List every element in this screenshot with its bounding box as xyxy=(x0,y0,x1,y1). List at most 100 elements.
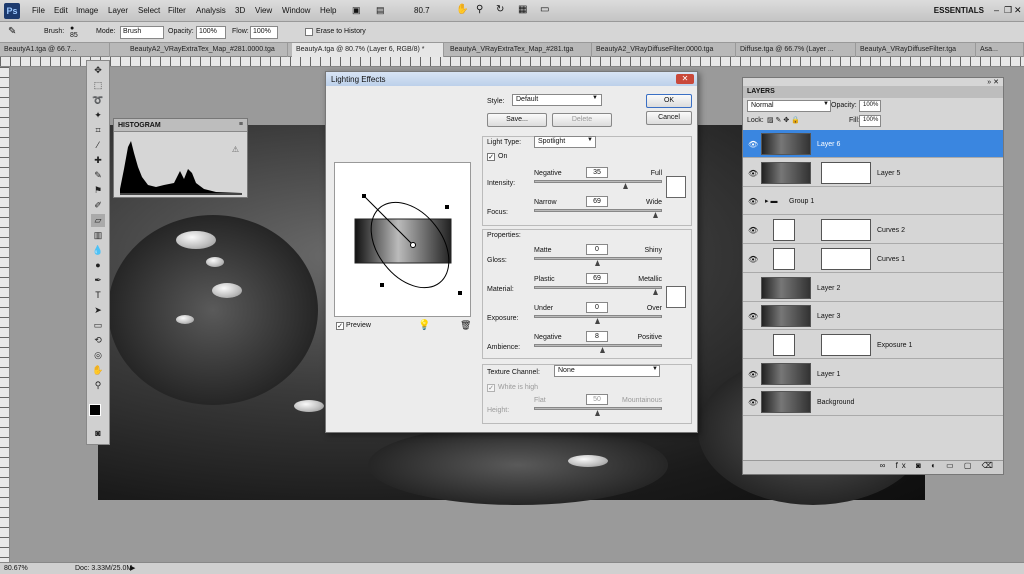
material-value-field[interactable]: 69 xyxy=(586,273,608,284)
layer-mask-thumbnail[interactable] xyxy=(821,247,871,270)
white-is-high-checkbox[interactable]: ✓ xyxy=(487,384,495,392)
layer-row[interactable]: Exposure 1 xyxy=(743,330,1003,359)
menu-layer[interactable]: Layer xyxy=(108,6,128,15)
healing-brush-tool-icon[interactable]: ✚ xyxy=(91,154,105,167)
light-center-handle[interactable] xyxy=(410,242,416,248)
visibility-eye-icon[interactable]: 👁 xyxy=(748,312,758,321)
path-selection-tool-icon[interactable]: ➤ xyxy=(91,304,105,317)
layer-row[interactable]: 👁 Layer 5 xyxy=(743,158,1003,187)
mode-select[interactable]: Brush xyxy=(120,26,164,39)
menu-file[interactable]: File xyxy=(32,6,45,15)
foreground-color-swatch[interactable] xyxy=(89,404,101,416)
opacity-field[interactable]: 100% xyxy=(196,26,226,39)
new-light-icon[interactable]: 💡 xyxy=(418,320,430,331)
menu-view[interactable]: View xyxy=(255,6,272,15)
tab-doc-6[interactable]: Diffuse.tga @ 66.7% (Layer ... xyxy=(736,43,856,57)
texture-channel-select[interactable]: None xyxy=(554,365,660,377)
hand-tool-icon[interactable]: ✋ xyxy=(456,4,468,15)
trash-icon[interactable]: 🗑 xyxy=(460,320,471,331)
tab-doc-7[interactable]: BeautyA_VRayDiffuseFilter.tga xyxy=(856,43,976,57)
focus-value-field[interactable]: 69 xyxy=(586,196,608,207)
layer-row[interactable]: 👁 Background xyxy=(743,388,1003,417)
visibility-eye-icon[interactable]: 👁 xyxy=(748,197,758,206)
minimize-icon[interactable]: – xyxy=(994,5,999,15)
panel-collapse-icon[interactable]: » ✕ xyxy=(987,78,999,86)
hand-tool-icon[interactable]: ✋ xyxy=(91,364,105,377)
intensity-value-field[interactable]: 35 xyxy=(586,167,608,178)
exposure-slider[interactable] xyxy=(534,315,662,318)
zoom-tool-icon[interactable]: ⚲ xyxy=(476,4,483,15)
status-arrow-icon[interactable]: ▶ xyxy=(130,564,135,572)
layer-name[interactable]: Layer 3 xyxy=(817,313,840,320)
layer-mask-thumbnail[interactable] xyxy=(821,219,871,242)
tab-doc-8[interactable]: Asa... xyxy=(976,43,1024,57)
erase-to-history-checkbox[interactable] xyxy=(305,28,313,36)
lock-icons[interactable]: ▨ ✎ ✥ 🔒 xyxy=(767,116,800,124)
layer-thumbnail[interactable] xyxy=(761,276,811,299)
status-zoom[interactable]: 80.67% xyxy=(4,565,28,572)
visibility-eye-icon[interactable]: 👁 xyxy=(748,169,758,178)
handle[interactable] xyxy=(362,194,366,198)
tab-doc-2[interactable]: BeautyA2_VRayExtraTex_Map_#281.0000.tga xyxy=(126,43,288,57)
layer-name[interactable]: Layer 5 xyxy=(877,170,900,177)
intensity-slider[interactable] xyxy=(534,180,662,183)
tab-doc-3[interactable]: BeautyA.tga @ 80.7% (Layer 6, RGB/8) * xyxy=(292,43,444,57)
layer-name[interactable]: Curves 2 xyxy=(877,227,905,234)
dodge-tool-icon[interactable]: ● xyxy=(91,259,105,272)
folder-icon[interactable]: ▸ ▬ xyxy=(765,197,777,205)
visibility-eye-icon[interactable]: 👁 xyxy=(748,370,758,379)
restore-icon[interactable]: ❐ xyxy=(1004,5,1012,16)
lasso-tool-icon[interactable]: ➰ xyxy=(91,94,105,107)
menu-3d[interactable]: 3D xyxy=(235,6,245,15)
layer-name[interactable]: Exposure 1 xyxy=(877,342,912,349)
brush-tool-icon[interactable]: ✎ xyxy=(91,169,105,182)
visibility-eye-icon[interactable]: 👁 xyxy=(748,255,758,264)
arrange-documents-icon[interactable]: ▦ xyxy=(518,4,527,15)
crop-tool-icon[interactable]: ⌗ xyxy=(91,124,105,137)
layer-mask-thumbnail[interactable] xyxy=(821,333,871,356)
tab-doc-4[interactable]: BeautyA_VRayExtraTex_Map_#281.tga xyxy=(446,43,592,57)
3d-rotate-tool-icon[interactable]: ⟲ xyxy=(91,334,105,347)
marquee-tool-icon[interactable]: ⬚ xyxy=(91,79,105,92)
layer-thumbnail[interactable] xyxy=(761,305,811,328)
menu-filter[interactable]: Filter xyxy=(168,6,186,15)
cancel-button[interactable]: Cancel xyxy=(646,111,692,125)
panel-menu-icon[interactable]: ≡ xyxy=(239,121,243,128)
layer-opacity-field[interactable]: 100% xyxy=(859,100,881,112)
clone-stamp-tool-icon[interactable]: ⚑ xyxy=(91,184,105,197)
menu-window[interactable]: Window xyxy=(282,6,310,15)
layer-name[interactable]: Group 1 xyxy=(789,198,814,205)
layer-name[interactable]: Background xyxy=(817,399,854,406)
close-icon[interactable]: ✕ xyxy=(1014,5,1022,16)
zoom-level[interactable]: 80.7 xyxy=(414,6,430,15)
menu-edit[interactable]: Edit xyxy=(54,6,68,15)
save-button[interactable]: Save... xyxy=(487,113,547,127)
visibility-eye-icon[interactable]: 👁 xyxy=(748,140,758,149)
menu-select[interactable]: Select xyxy=(138,6,160,15)
exposure-value-field[interactable]: 0 xyxy=(586,302,608,313)
layer-thumbnail[interactable] xyxy=(761,161,811,184)
dialog-close-icon[interactable]: ✕ xyxy=(676,74,694,84)
light-preview[interactable] xyxy=(334,162,471,317)
preview-checkbox[interactable]: ✓ xyxy=(336,322,344,330)
preview-canvas[interactable] xyxy=(335,163,470,316)
light-on-checkbox[interactable]: ✓ xyxy=(487,153,495,161)
layer-thumbnail[interactable] xyxy=(761,391,811,414)
eyedropper-tool-icon[interactable]: ⁄ xyxy=(91,139,105,152)
brush-preset-picker[interactable]: ● 85 xyxy=(70,25,78,39)
delete-button[interactable]: Delete xyxy=(552,113,612,127)
layer-row[interactable]: Layer 2 xyxy=(743,273,1003,302)
eraser-tool-icon[interactable]: ▱ xyxy=(91,214,105,227)
visibility-eye-icon[interactable]: 👁 xyxy=(748,226,758,235)
gloss-slider[interactable] xyxy=(534,257,662,260)
layer-name[interactable]: Layer 1 xyxy=(817,371,840,378)
ambience-value-field[interactable]: 8 xyxy=(586,331,608,342)
menu-image[interactable]: Image xyxy=(76,6,98,15)
height-slider[interactable] xyxy=(534,407,662,410)
zoom-tool-icon[interactable]: ⚲ xyxy=(91,379,105,392)
height-value-field[interactable]: 50 xyxy=(586,394,608,405)
handle[interactable] xyxy=(458,291,462,295)
3d-orbit-tool-icon[interactable]: ◎ xyxy=(91,349,105,362)
history-brush-tool-icon[interactable]: ✐ xyxy=(91,199,105,212)
screen-mode-icon[interactable]: ▭ xyxy=(540,4,549,15)
